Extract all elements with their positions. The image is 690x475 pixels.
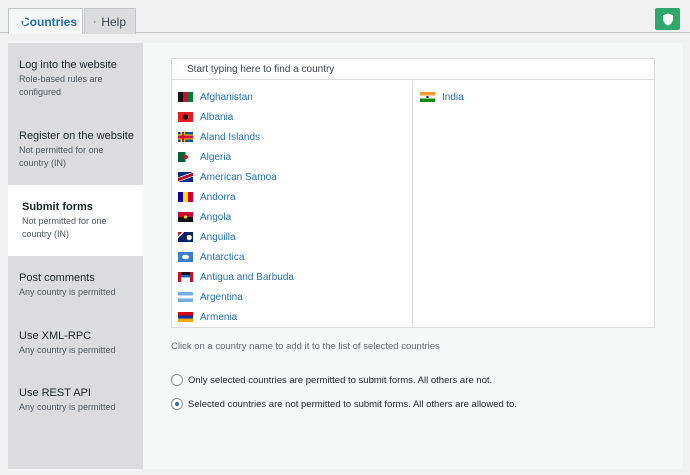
tab-countries-label: Countries xyxy=(21,14,78,29)
rules-sidebar: Log into the website Role-based rules ar… xyxy=(8,43,143,469)
sidebar-item-title: Post comments xyxy=(19,272,95,284)
argentina-flag-icon xyxy=(178,292,193,302)
sidebar-item-subtitle: Not permitted for one country (IN) xyxy=(22,216,107,239)
afghanistan-flag-icon xyxy=(178,92,193,102)
tab-help[interactable]: Help xyxy=(84,8,136,34)
country-name: Argentina xyxy=(200,291,243,303)
india-flag-icon xyxy=(420,92,435,102)
country-item[interactable]: Anguilla xyxy=(178,229,236,245)
option-allow-selected[interactable]: Only selected countries are permitted to… xyxy=(171,374,492,386)
country-item[interactable]: Antarctica xyxy=(178,249,244,265)
tab-bar: Countries Help xyxy=(0,0,690,34)
available-countries-list[interactable]: Afghanistan Albania Aland Islands Algeri… xyxy=(172,81,413,327)
country-name: Antarctica xyxy=(200,251,245,263)
american-samoa-flag-icon xyxy=(178,172,193,182)
country-item[interactable]: Aland Islands xyxy=(178,129,260,145)
selected-country-item[interactable]: India xyxy=(420,89,464,105)
country-name: American Samoa xyxy=(200,171,277,183)
angola-flag-icon xyxy=(178,212,193,222)
algeria-flag-icon xyxy=(178,152,193,162)
option-label: Selected countries are not permitted to … xyxy=(188,398,517,410)
sidebar-item-subtitle: Role-based rules are configured xyxy=(19,74,103,97)
sidebar-item-post-comments[interactable]: Post comments Any country is permitted xyxy=(8,271,143,299)
tab-countries[interactable]: Countries xyxy=(8,8,83,34)
sidebar-item-xml-rpc[interactable]: Use XML-RPC Any country is permitted xyxy=(8,329,143,357)
tab-help-label: Help xyxy=(101,14,126,29)
sidebar-item-title: Use XML-RPC xyxy=(19,330,92,342)
sidebar-item-title: Register on the website xyxy=(19,130,134,142)
sidebar-item-title: Submit forms xyxy=(22,201,93,213)
armenia-flag-icon xyxy=(178,312,193,322)
country-selector: Afghanistan Albania Aland Islands Algeri… xyxy=(171,58,655,328)
sidebar-item-subtitle: Any country is permitted xyxy=(19,402,116,412)
country-item[interactable]: Afghanistan xyxy=(178,89,253,105)
country-item[interactable]: Argentina xyxy=(178,289,243,305)
sidebar-item-register[interactable]: Register on the website Not permitted fo… xyxy=(8,129,143,170)
sidebar-item-title: Use REST API xyxy=(19,387,91,399)
country-item[interactable]: Andorra xyxy=(178,189,236,205)
sidebar-item-subtitle: Any country is permitted xyxy=(19,345,116,355)
lightbulb-icon xyxy=(93,19,97,23)
sidebar-item-subtitle: Any country is permitted xyxy=(19,287,116,297)
country-name: Andorra xyxy=(200,191,236,203)
option-block-selected[interactable]: Selected countries are not permitted to … xyxy=(171,398,517,410)
antarctica-flag-icon xyxy=(178,252,193,262)
sidebar-item-title: Log into the website xyxy=(19,59,117,71)
andorra-flag-icon xyxy=(178,192,193,202)
antigua-and-barbuda-flag-icon xyxy=(178,272,193,282)
option-label: Only selected countries are permitted to… xyxy=(188,374,493,386)
settings-panel: Afghanistan Albania Aland Islands Algeri… xyxy=(143,43,683,469)
country-name: Algeria xyxy=(200,151,232,163)
country-search-input[interactable] xyxy=(172,59,654,80)
country-item[interactable]: Albania xyxy=(178,109,233,125)
country-name: Anguilla xyxy=(200,231,236,243)
country-item[interactable]: Algeria xyxy=(178,149,231,165)
sidebar-item-submit-forms[interactable]: Submit forms Not permitted for one count… xyxy=(8,185,143,256)
anguilla-flag-icon xyxy=(178,232,193,242)
selector-hint: Click on a country name to add it to the… xyxy=(171,341,440,352)
radio-block-selected[interactable] xyxy=(171,398,183,410)
country-item[interactable]: Angola xyxy=(178,209,231,225)
country-name: Armenia xyxy=(200,311,238,323)
country-name: Angola xyxy=(200,211,232,223)
country-item[interactable]: Armenia xyxy=(178,309,237,325)
country-item[interactable]: Antigua and Barbuda xyxy=(178,269,294,285)
country-name: Antigua and Barbuda xyxy=(200,271,294,283)
country-name: India xyxy=(442,91,464,103)
country-name: Afghanistan xyxy=(200,91,253,103)
country-name: Albania xyxy=(200,111,234,123)
radio-allow-selected[interactable] xyxy=(171,374,183,386)
security-badge-button[interactable] xyxy=(655,8,680,30)
sidebar-item-subtitle: Not permitted for one country (IN) xyxy=(19,145,104,168)
country-item[interactable]: American Samoa xyxy=(178,169,277,185)
aland-islands-flag-icon xyxy=(178,132,193,142)
shield-icon xyxy=(662,13,673,25)
albania-flag-icon xyxy=(178,112,193,122)
sidebar-item-rest-api[interactable]: Use REST API Any country is permitted xyxy=(8,386,143,414)
selected-countries-list[interactable]: India xyxy=(413,81,654,327)
sidebar-item-login[interactable]: Log into the website Role-based rules ar… xyxy=(8,58,143,99)
country-name: Aland Islands xyxy=(200,131,261,143)
